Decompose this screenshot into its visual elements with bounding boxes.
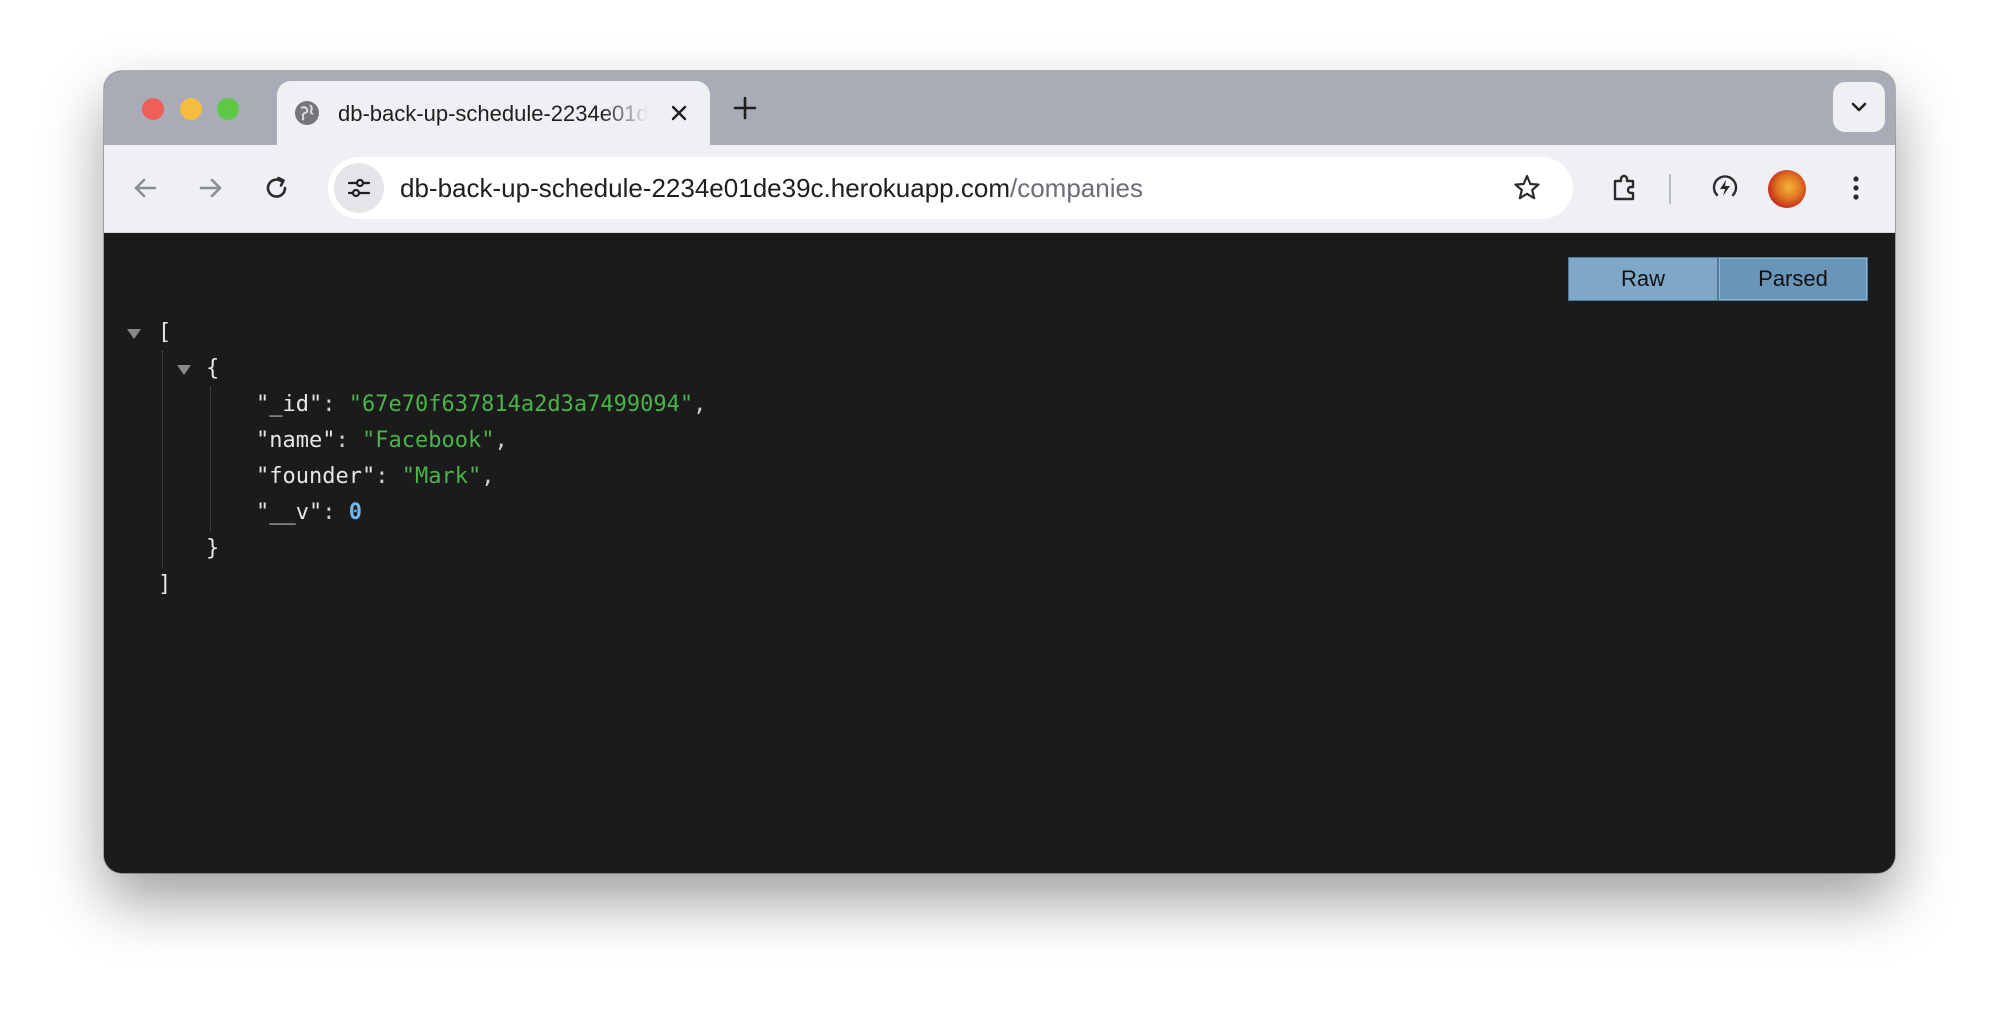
collapse-array-toggle[interactable] bbox=[127, 329, 141, 339]
json-key: "_id" bbox=[256, 392, 323, 417]
array-close-bracket: ] bbox=[158, 572, 172, 597]
json-comma: , bbox=[693, 392, 707, 417]
toolbar-divider bbox=[1669, 174, 1671, 204]
address-bar[interactable]: db-back-up-schedule-2234e01de39c.herokua… bbox=[328, 157, 1573, 219]
browser-tab[interactable]: db-back-up-schedule-2234e01de39c.herokua… bbox=[277, 81, 710, 145]
close-window-button[interactable] bbox=[142, 98, 164, 120]
json-comma: , bbox=[494, 428, 508, 453]
json-field-row: "__v": 0 bbox=[256, 495, 362, 531]
json-viewer: [ { "_id": "67e70f637814a2d3a7499094", "… bbox=[104, 233, 1895, 873]
array-indent-guide bbox=[162, 351, 163, 567]
tab-search-button[interactable] bbox=[1833, 82, 1885, 132]
globe-icon bbox=[295, 101, 319, 125]
object-open-brace: { bbox=[206, 356, 220, 381]
json-field-row: "name": "Facebook", bbox=[256, 423, 508, 459]
json-key: "name" bbox=[256, 428, 336, 453]
plus-icon[interactable] bbox=[729, 92, 761, 124]
tab-title: db-back-up-schedule-2234e01de39c.herokua… bbox=[338, 101, 648, 126]
json-colon: : bbox=[335, 428, 362, 453]
browser-window: db-back-up-schedule-2234e01de39c.herokua… bbox=[104, 71, 1895, 873]
reload-icon[interactable] bbox=[260, 171, 294, 205]
raw-button[interactable]: Raw bbox=[1569, 258, 1717, 300]
json-field-row: "_id": "67e70f637814a2d3a7499094", bbox=[256, 387, 706, 423]
object-indent-guide bbox=[210, 387, 211, 531]
parsed-button[interactable]: Parsed bbox=[1717, 258, 1867, 300]
object-close-brace: } bbox=[206, 536, 220, 561]
json-field-row: "founder": "Mark", bbox=[256, 459, 494, 495]
array-open-bracket: [ bbox=[158, 320, 172, 345]
arrow-left-icon[interactable] bbox=[128, 171, 162, 205]
toolbar: db-back-up-schedule-2234e01de39c.herokua… bbox=[104, 145, 1895, 233]
json-comma: , bbox=[481, 464, 495, 489]
avatar[interactable] bbox=[1768, 170, 1806, 208]
json-number-value: 0 bbox=[348, 500, 362, 525]
json-key: "founder" bbox=[256, 464, 376, 489]
arrow-right-icon[interactable] bbox=[194, 171, 228, 205]
minimize-window-button[interactable] bbox=[180, 98, 202, 120]
view-mode-toggle: Raw Parsed bbox=[1568, 257, 1868, 301]
json-colon: : bbox=[322, 500, 349, 525]
star-icon[interactable] bbox=[1511, 172, 1543, 204]
puzzle-icon[interactable] bbox=[1608, 171, 1642, 205]
json-colon: : bbox=[322, 392, 349, 417]
url-path: /companies bbox=[1009, 173, 1143, 203]
url-text[interactable]: db-back-up-schedule-2234e01de39c.herokua… bbox=[400, 172, 1143, 204]
json-key: "__v" bbox=[256, 500, 323, 525]
url-host: db-back-up-schedule-2234e01de39c.herokua… bbox=[400, 173, 1010, 203]
collapse-object-toggle[interactable] bbox=[177, 365, 191, 375]
json-string-value: "Facebook" bbox=[361, 428, 495, 453]
json-string-value: "Mark" bbox=[401, 464, 482, 489]
bolt-icon[interactable] bbox=[1708, 171, 1742, 205]
json-string-value: "67e70f637814a2d3a7499094" bbox=[348, 392, 694, 417]
close-icon[interactable] bbox=[667, 101, 691, 125]
site-info-button[interactable] bbox=[334, 163, 384, 213]
zoom-window-button[interactable] bbox=[217, 98, 239, 120]
json-colon: : bbox=[375, 464, 402, 489]
tune-icon bbox=[347, 178, 371, 198]
chevron-down-icon bbox=[1851, 102, 1867, 112]
more-vert-icon[interactable] bbox=[1839, 171, 1873, 205]
tab-strip: db-back-up-schedule-2234e01de39c.herokua… bbox=[104, 71, 1895, 145]
